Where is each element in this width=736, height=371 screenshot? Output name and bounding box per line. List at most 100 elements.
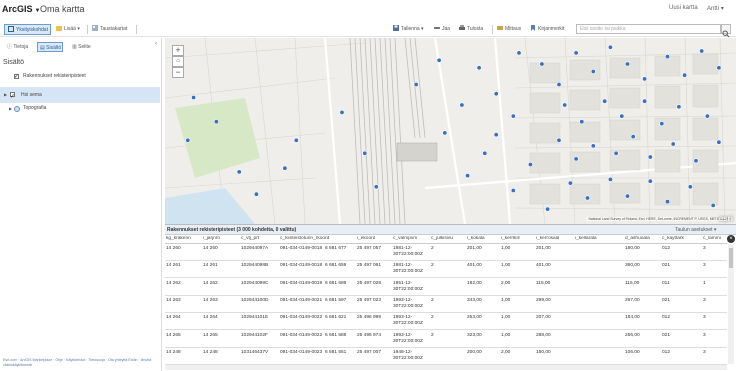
zoom-in-button[interactable]: + — [172, 45, 184, 56]
building-point-marker[interactable] — [476, 65, 482, 71]
building-point-marker[interactable] — [556, 137, 562, 143]
building-point-marker[interactable] — [510, 113, 516, 119]
building-point-marker[interactable] — [682, 72, 688, 78]
column-header[interactable]: c_vtj_prt — [241, 236, 259, 241]
building-point-marker[interactable] — [373, 184, 379, 190]
building-point-marker[interactable] — [647, 178, 653, 184]
building-point-marker[interactable] — [664, 54, 670, 60]
building-point-marker[interactable] — [602, 98, 608, 104]
table-row[interactable]: 14 262 14 262 102944099C 091-034-0149-0019 6… — [165, 279, 727, 296]
building-point-marker[interactable] — [590, 68, 596, 74]
building-point-marker[interactable] — [482, 150, 488, 156]
building-point-marker[interactable] — [459, 102, 465, 108]
building-point-marker[interactable] — [676, 104, 682, 110]
zoom-out-button[interactable]: − — [172, 67, 184, 78]
expand-icon[interactable]: ▶ — [9, 102, 12, 115]
building-point-marker[interactable] — [527, 162, 533, 168]
bookmarks-button[interactable]: Kirjanmerkit — [530, 24, 564, 35]
column-header[interactable]: c_valmpvm — [393, 236, 417, 241]
layer-visibility-checkbox[interactable] — [10, 89, 15, 105]
building-point-marker[interactable] — [647, 154, 653, 160]
basemap-button[interactable]: Taustakartat — [92, 24, 127, 35]
details-button[interactable]: Yksityiskohdat — [4, 24, 51, 35]
expand-icon[interactable]: ▶ — [4, 87, 7, 103]
close-table-button[interactable]: × — [727, 235, 735, 243]
tab-content[interactable]: ▤ Sisältö — [37, 42, 63, 52]
building-point-marker[interactable] — [465, 173, 471, 179]
building-point-marker[interactable] — [339, 109, 345, 115]
building-point-marker[interactable] — [716, 139, 722, 145]
home-button[interactable]: ⌂ — [172, 56, 184, 67]
building-point-marker[interactable] — [693, 158, 699, 164]
arcgis-menu[interactable]: ArcGIS ▼ — [2, 4, 40, 14]
column-header[interactable]: c_julkisivu — [431, 236, 453, 241]
scrollbar-thumb[interactable] — [729, 248, 733, 268]
layer-item[interactable]: ▶ Topografia — [0, 102, 160, 115]
column-header[interactable]: i_kerrosala — [536, 236, 559, 241]
building-point-marker[interactable] — [590, 143, 596, 149]
building-point-marker[interactable] — [670, 141, 676, 147]
tab-legend[interactable]: ▥ Selite — [70, 42, 91, 52]
new-map-link[interactable]: Uusi kartta — [669, 5, 698, 11]
search-input[interactable]: Etsi osoite tai paikka — [576, 24, 721, 34]
building-point-marker[interactable] — [516, 50, 522, 56]
table-row[interactable]: 14 248 14 248 103146437V 091-034-0149-0023 6… — [165, 348, 727, 365]
building-point-marker[interactable] — [567, 180, 573, 186]
building-point-marker[interactable] — [442, 130, 448, 136]
layer-visibility-checkbox[interactable] — [14, 71, 19, 84]
building-point-marker[interactable] — [573, 156, 579, 162]
save-button[interactable]: Tallenna ▾ — [393, 24, 424, 35]
footer-links[interactable]: Esri.com · ArcGIS Marketplace · Ohje · K… — [3, 358, 163, 368]
add-button[interactable]: Lisää ▾ — [56, 24, 80, 35]
building-point-marker[interactable] — [510, 188, 516, 194]
layer-item[interactable]: ▶ Hsi sema — [0, 87, 160, 105]
building-point-marker[interactable] — [659, 121, 665, 127]
building-point-marker[interactable] — [562, 102, 568, 108]
building-point-marker[interactable] — [579, 119, 585, 125]
column-header[interactable]: c_kiinteistotunn_rkoord — [280, 236, 329, 241]
building-point-marker[interactable] — [716, 65, 722, 71]
share-button[interactable]: Jaa — [434, 24, 450, 35]
table-options-menu[interactable]: Taulun asetukset ▾ — [675, 227, 716, 233]
building-point-marker[interactable] — [664, 199, 670, 205]
building-point-marker[interactable] — [630, 134, 636, 140]
building-point-marker[interactable] — [493, 91, 499, 97]
table-vertical-scrollbar[interactable] — [728, 244, 734, 364]
building-point-marker[interactable] — [556, 81, 562, 87]
building-point-marker[interactable] — [607, 176, 613, 182]
building-point-marker[interactable] — [253, 191, 259, 197]
building-point-marker[interactable] — [362, 150, 368, 156]
column-header[interactable]: d_ashuoala — [625, 236, 650, 241]
building-point-marker[interactable] — [282, 165, 288, 171]
table-row[interactable]: 14 264 14 264 102944101E 091-034-0149-0022 6… — [165, 313, 727, 331]
building-point-marker[interactable] — [607, 44, 613, 50]
table-row[interactable]: 14 265 14 265 102944102F 091-034-0149-0022 6… — [165, 331, 727, 348]
column-header[interactable]: i_ekoord — [357, 236, 375, 241]
collapse-panel-icon[interactable]: ‹ — [155, 41, 157, 47]
column-header[interactable]: kg_krakenn — [166, 236, 191, 241]
building-point-marker[interactable] — [710, 202, 716, 208]
building-point-marker[interactable] — [436, 57, 442, 63]
column-header[interactable]: i_kerrlkm — [501, 236, 520, 241]
building-point-marker[interactable] — [699, 48, 705, 54]
table-row[interactable]: 14 263 14 263 102944100D 091-034-0149-0021 6… — [165, 296, 727, 313]
building-point-marker[interactable] — [704, 113, 710, 119]
column-header[interactable]: i_kokala — [467, 236, 485, 241]
layer-item[interactable]: Rakennukset rekisteripisteet — [0, 70, 160, 84]
column-header[interactable]: c_kayttark — [662, 236, 684, 241]
building-point-marker[interactable] — [642, 98, 648, 104]
building-point-marker[interactable] — [493, 132, 499, 138]
building-point-marker[interactable] — [584, 195, 590, 201]
user-menu[interactable]: Antti ▾ — [707, 5, 724, 12]
building-point-marker[interactable] — [619, 113, 625, 119]
building-point-marker[interactable] — [687, 184, 693, 190]
search-button[interactable] — [721, 24, 731, 38]
tab-info[interactable]: ⓘ Tietoja — [5, 42, 28, 52]
building-point-marker[interactable] — [624, 193, 630, 199]
table-row[interactable]: 14 261 14 261 102944098B 091-034-0149-0018 6… — [165, 261, 727, 279]
column-header[interactable]: i_jarjnro — [203, 236, 220, 241]
building-point-marker[interactable] — [624, 61, 630, 67]
building-point-marker[interactable] — [545, 206, 551, 212]
building-point-marker[interactable] — [213, 119, 219, 125]
building-point-marker[interactable] — [642, 76, 648, 82]
